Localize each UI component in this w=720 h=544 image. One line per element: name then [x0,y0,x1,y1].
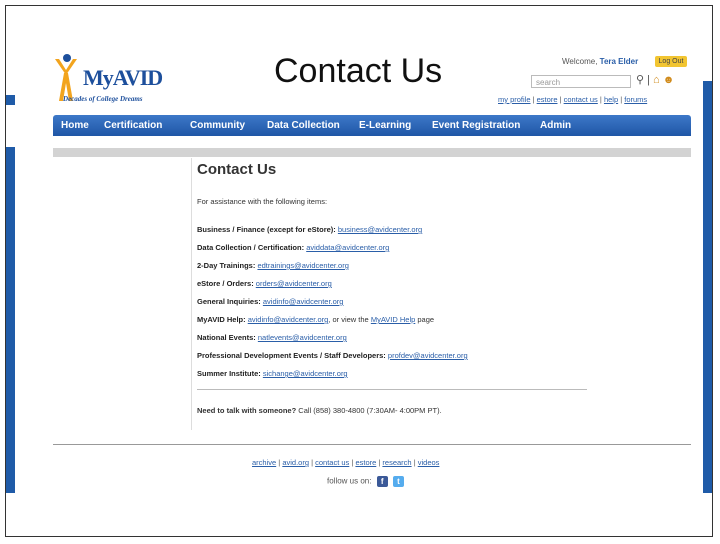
contact-label: 2-Day Trainings: [197,261,256,270]
twitter-icon[interactable]: t [392,476,404,487]
footer-archive-link[interactable]: archive [252,458,276,467]
footer-research-link[interactable]: research [382,458,411,467]
logo-wordmark: MyAVID [83,65,163,90]
intro-text: For assistance with the following items: [197,197,328,206]
nav-certification[interactable]: Certification [104,120,162,131]
myavid-help-link[interactable]: MyAVID Help [371,315,415,324]
help-link[interactable]: help [604,95,618,104]
contact-label: Professional Development Events / Staff … [197,351,386,360]
search-input[interactable]: search [531,75,631,88]
contact-label: General Inquiries: [197,297,261,306]
nav-home[interactable]: Home [61,120,89,131]
nav-admin[interactable]: Admin [540,120,571,131]
my-profile-link[interactable]: my profile [498,95,531,104]
follow-us: follow us on: f t [327,476,404,487]
facebook-icon[interactable]: f [376,476,388,487]
content-left-border [191,158,192,430]
estore-link[interactable]: estore [537,95,558,104]
talk-line: Need to talk with someone? Call (858) 38… [197,406,442,415]
contact-suffix: , or view the [328,315,369,324]
nav-e-learning[interactable]: E-Learning [359,120,411,131]
content-divider [197,389,587,390]
search-icon[interactable]: ⚲ [636,74,644,86]
welcome-text: Welcome, Tera Elder [562,57,639,66]
right-blue-strip [703,41,712,493]
contact-row: Data Collection / Certification: aviddat… [197,243,389,252]
main-nav: Home Certification Community Data Collec… [53,115,691,136]
header-icons: ⚲ | ⌂ ☻ [636,74,675,86]
contact-email-link[interactable]: natlevents@avidcenter.org [258,333,347,342]
footer-contact-link[interactable]: contact us [315,458,349,467]
footer-divider [53,444,691,445]
slide-title: Contact Us [274,52,443,90]
footer-avid-link[interactable]: avid.org [282,458,309,467]
footer-estore-link[interactable]: estore [355,458,376,467]
contact-row: eStore / Orders: orders@avidcenter.org [197,279,332,288]
home-icon[interactable]: ⌂ [653,74,660,86]
contact-email-link[interactable]: edtrainings@avidcenter.org [257,261,348,270]
contact-row: Summer Institute: sichange@avidcenter.or… [197,369,348,378]
contact-row: MyAVID Help: avidinfo@avidcenter.org, or… [197,315,434,324]
footer-videos-link[interactable]: videos [418,458,440,467]
left-blue-strip [6,41,15,493]
logo-tagline: Decades of College Dreams [63,95,143,103]
contact-row: General Inquiries: avidinfo@avidcenter.o… [197,297,343,306]
people-icon[interactable]: ☻ [663,74,675,86]
contact-email-link[interactable]: aviddata@avidcenter.org [306,243,389,252]
contact-suffix-end: page [417,315,435,324]
nav-community[interactable]: Community [190,120,245,131]
contact-label: Data Collection / Certification: [197,243,305,252]
contact-email-link[interactable]: profdev@avidcenter.org [388,351,468,360]
contact-email-link[interactable]: sichange@avidcenter.org [263,369,348,378]
website-screenshot [15,41,703,493]
contact-row: Business / Finance (except for eStore): … [197,225,422,234]
contact-label: eStore / Orders: [197,279,254,288]
user-name: Tera Elder [599,57,639,66]
contact-label: MyAVID Help: [197,315,246,324]
page-heading: Contact Us [197,161,277,178]
header-links: my profile | estore | contact us | help … [498,95,648,104]
logout-button[interactable]: Log Out [655,56,687,67]
nav-data-collection[interactable]: Data Collection [267,120,340,131]
contact-us-link[interactable]: contact us [564,95,598,104]
footer-links: archive | avid.org | contact us | estore… [252,458,440,467]
forums-link[interactable]: forums [624,95,647,104]
contact-row: National Events: natlevents@avidcenter.o… [197,333,347,342]
grey-divider-bar [53,148,691,157]
nav-event-registration[interactable]: Event Registration [432,120,520,131]
contact-email-link[interactable]: avidinfo@avidcenter.org [248,315,329,324]
contact-label: Business / Finance (except for eStore): [197,225,336,234]
contact-row: Professional Development Events / Staff … [197,351,468,360]
contact-row: 2-Day Trainings: edtrainings@avidcenter.… [197,261,349,270]
contact-label: Summer Institute: [197,369,261,378]
contact-email-link[interactable]: orders@avidcenter.org [256,279,332,288]
contact-email-link[interactable]: avidinfo@avidcenter.org [263,297,344,306]
contact-label: National Events: [197,333,256,342]
contact-email-link[interactable]: business@avidcenter.org [338,225,422,234]
